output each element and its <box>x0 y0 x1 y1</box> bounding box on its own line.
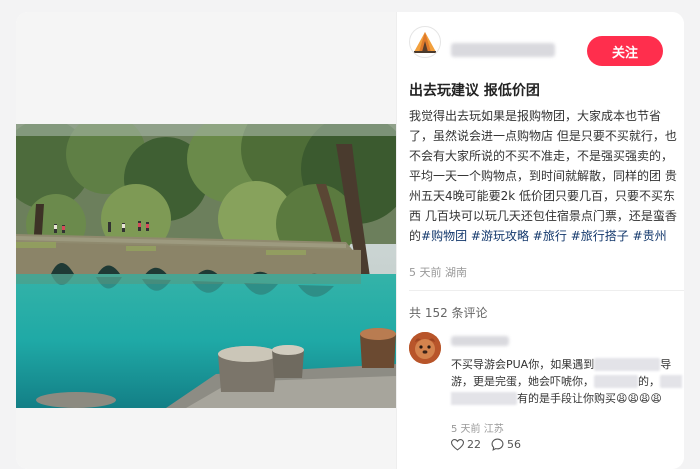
redacted-text: 某某某某 <box>594 375 638 388</box>
author-name-redacted <box>451 43 555 57</box>
author-avatar[interactable] <box>409 26 441 58</box>
comment-count: 共 152 条评论 <box>409 306 488 320</box>
commenter-name-redacted <box>451 336 509 346</box>
tent-icon <box>414 32 436 53</box>
comment-item: 不买导游会PUA你，如果遇到某某某某某某导游，更是完蛋，她会吓唬你，某某某某的，… <box>409 332 682 462</box>
post-detail-panel: 关注 出去玩建议 报低价团 我觉得出去玩如果是报购物团，大家成本也节省了，虽然说… <box>396 12 684 469</box>
post-card: 关注 出去玩建议 报低价团 我觉得出去玩如果是报购物团，大家成本也节省了，虽然说… <box>16 12 684 469</box>
comment-meta: 5 天前 江苏 <box>451 424 504 435</box>
tag-link[interactable]: #旅行搭子 <box>571 229 629 243</box>
commenter-avatar[interactable] <box>409 332 441 364</box>
dog-avatar-icon <box>409 332 441 364</box>
post-title: 出去玩建议 报低价团 <box>409 83 540 99</box>
media-panel <box>16 12 396 469</box>
tag-link[interactable]: #贵州 <box>633 229 667 243</box>
author-bar: 关注 <box>409 22 673 66</box>
like-button[interactable]: 22 <box>451 438 481 451</box>
post-body-text: 我觉得出去玩如果是报购物团，大家成本也节省了，虽然说会进一点购物店 但是只要不买… <box>409 109 677 243</box>
tag-link[interactable]: #游玩攻略 <box>471 229 529 243</box>
comment-emoji: 😩😩😩😩 <box>616 392 662 405</box>
post-meta: 5 天前 湖南 <box>409 266 467 279</box>
reply-count: 56 <box>507 438 521 451</box>
tag-link[interactable]: #旅行 <box>533 229 567 243</box>
divider <box>409 290 684 291</box>
tag-link[interactable]: #购物团 <box>421 229 467 243</box>
chat-bubble-icon <box>491 438 504 451</box>
heart-icon <box>451 438 464 451</box>
like-count: 22 <box>467 438 481 451</box>
redacted-text: 某某某某某某 <box>594 358 661 371</box>
post-photo[interactable] <box>16 124 396 408</box>
follow-button[interactable]: 关注 <box>587 36 663 66</box>
reply-button[interactable]: 56 <box>491 438 521 451</box>
comment-text: 不买导游会PUA你，如果遇到某某某某某某导游，更是完蛋，她会吓唬你，某某某某的，… <box>451 356 683 407</box>
comment-text-part: 有的是手段让你购买 <box>517 392 616 405</box>
post-body: 我觉得出去玩如果是报购物团，大家成本也节省了，虽然说会进一点购物店 但是只要不买… <box>409 106 677 246</box>
comment-text-part: 不买导游会PUA你，如果遇到 <box>451 358 595 371</box>
comment-actions: 22 56 <box>451 438 521 451</box>
comment-text-part: 的， <box>638 375 660 388</box>
